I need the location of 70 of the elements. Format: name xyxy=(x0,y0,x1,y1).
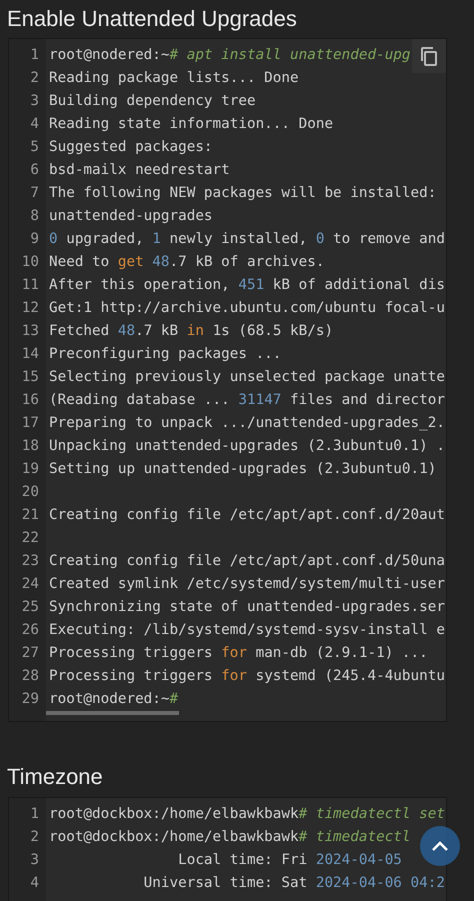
code-line: Executing: /lib/systemd/systemd-sysv-install e xyxy=(49,621,445,640)
code-line: The following NEW packages will be installed: xyxy=(49,184,436,203)
code-line: Preconfiguring packages ... xyxy=(49,345,282,364)
line-number: 3 xyxy=(29,92,39,111)
code-line: (Reading database ... 31147 files and director xyxy=(49,391,445,410)
code-line: root@nodered:~# xyxy=(49,690,178,709)
line-number: 22 xyxy=(20,529,39,548)
code-line: bsd-mailx needrestart xyxy=(49,161,230,180)
code-line: root@dockbox:/home/elbawkbawk# timedatectl set xyxy=(49,805,445,824)
code-line: Setting up unattended-upgrades (2.3ubuntu0.1) xyxy=(49,460,436,479)
code-line: Processing triggers for man-db (2.9.1-1) ... xyxy=(49,644,428,663)
line-number: 29 xyxy=(20,690,39,709)
line-number: 2 xyxy=(29,69,39,88)
line-number: 13 xyxy=(20,322,39,341)
line-number: 1 xyxy=(29,805,39,824)
code-line: Get:1 http://archive.ubuntu.com/ubuntu focal-u xyxy=(49,299,445,318)
line-number: 12 xyxy=(20,299,39,318)
line-number: 27 xyxy=(20,644,39,663)
line-number: 20 xyxy=(20,483,39,502)
chevron-up-icon xyxy=(432,841,448,851)
code-line: unattended-upgrades xyxy=(49,207,213,226)
code-line: root@dockbox:/home/elbawkbawk# timedatectl xyxy=(49,828,411,847)
line-number: 21 xyxy=(20,506,39,525)
line-number: 17 xyxy=(20,414,39,433)
line-number: 18 xyxy=(20,437,39,456)
code-line: Reading state information... Done xyxy=(49,115,334,134)
code-line: Local time: Fri 2024-04-05 xyxy=(177,851,402,870)
code-line: After this operation, 451 kB of additional dis xyxy=(49,276,445,295)
line-number: 9 xyxy=(29,230,39,249)
section-heading: Enable Unattended Upgrades xyxy=(7,5,298,33)
line-number: 23 xyxy=(20,552,39,571)
code-line: Unpacking unattended-upgrades (2.3ubuntu0.1) . xyxy=(49,437,445,456)
line-number: 26 xyxy=(20,621,39,640)
code-line: Creating config file /etc/apt/apt.conf.d/20aut xyxy=(49,506,445,525)
code-line: root@nodered:~# apt install unattended-upg xyxy=(49,46,411,65)
line-number: 1 xyxy=(29,46,39,65)
line-number: 10 xyxy=(20,253,39,272)
copy-button[interactable] xyxy=(412,39,446,73)
scrollbar[interactable] xyxy=(46,711,179,715)
code-line: Building dependency tree xyxy=(49,92,256,111)
code-line: Need to get 48.7 kB of archives. xyxy=(49,253,324,272)
line-number: 25 xyxy=(20,598,39,617)
code-line: Universal time: Sat 2024-04-06 04:2 xyxy=(142,874,445,893)
copy-icon xyxy=(420,46,438,66)
line-number: 3 xyxy=(29,851,39,870)
line-number: 16 xyxy=(20,391,39,410)
code-line: Selecting previously unselected package unatte xyxy=(49,368,445,387)
line-number: 4 xyxy=(29,115,39,134)
code-line: 0 upgraded, 1 newly installed, 0 to remove and xyxy=(49,230,445,249)
line-number: 19 xyxy=(20,460,39,479)
line-number: 11 xyxy=(20,276,39,295)
line-number: 4 xyxy=(29,874,39,893)
line-number: 8 xyxy=(29,207,39,226)
line-number: 24 xyxy=(20,575,39,594)
line-number: 5 xyxy=(29,138,39,157)
line-number: 6 xyxy=(29,161,39,180)
line-number: 15 xyxy=(20,368,39,387)
code-line: Processing triggers for systemd (245.4-4ubuntu xyxy=(49,667,445,686)
code-line: Creating config file /etc/apt/apt.conf.d/50una xyxy=(49,552,445,571)
line-number: 7 xyxy=(29,184,39,203)
code-line: Preparing to unpack .../unattended-upgrades_2. xyxy=(49,414,445,433)
code-line: Synchronizing state of unattended-upgrades.ser xyxy=(49,598,445,617)
section-heading: Timezone xyxy=(7,763,104,791)
code-line: Reading package lists... Done xyxy=(49,69,299,88)
code-line: Fetched 48.7 kB in 1s (68.5 kB/s) xyxy=(49,322,334,341)
line-number: 14 xyxy=(20,345,39,364)
code-line: Suggested packages: xyxy=(49,138,213,157)
code-line: Created symlink /etc/systemd/system/multi-user xyxy=(49,575,445,594)
line-number: 2 xyxy=(29,828,39,847)
line-number: 28 xyxy=(20,667,39,686)
